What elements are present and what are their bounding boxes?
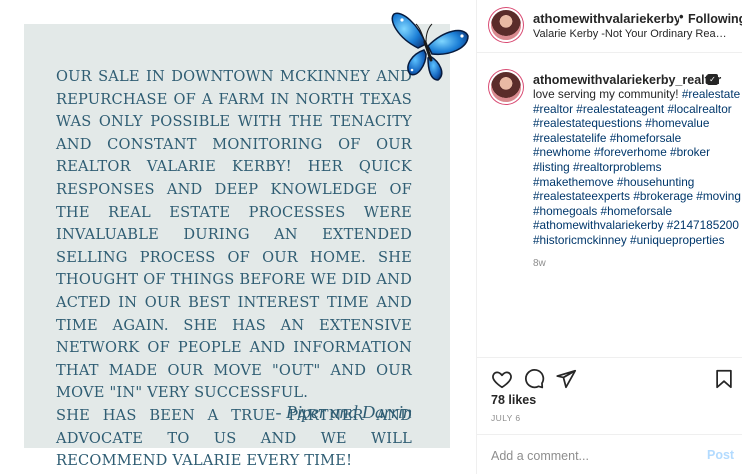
header-username[interactable]: athomewithvalariekerby_realtor: [533, 11, 679, 26]
caption-avatar[interactable]: [491, 72, 521, 102]
post-comment-button[interactable]: Post: [707, 448, 734, 462]
header-subtitle: Valarie Kerby -Not Your Ordinary Real Es…: [533, 28, 729, 40]
header-separator: •: [679, 9, 684, 24]
caption-time: 8w: [533, 258, 546, 269]
quote-paragraph: Our sale in downtown McKinney and repurc…: [56, 68, 412, 402]
post-header: athomewithvalariekerby_realtor • Followi…: [477, 0, 742, 53]
action-bar: [477, 357, 742, 398]
caption-username[interactable]: athomewithvalariekerby_realtor: [533, 73, 721, 87]
following-button[interactable]: Following: [688, 12, 742, 26]
heart-icon[interactable]: [491, 368, 513, 390]
bookmark-icon[interactable]: [713, 368, 735, 390]
likes-count[interactable]: 78 likes: [491, 393, 536, 407]
caption-hashtags[interactable]: #realestate #realtor #realestateagent #l…: [533, 87, 741, 247]
comment-icon[interactable]: [523, 368, 545, 390]
caption-lead: love serving my community!: [533, 87, 682, 101]
butterfly-icon: [391, 12, 469, 81]
badge-icon: ✓: [707, 74, 718, 85]
post-sidebar: athomewithvalariekerby_realtor • Followi…: [476, 0, 742, 474]
post-date: JULY 6: [491, 413, 521, 423]
avatar[interactable]: [491, 10, 521, 40]
comment-bar: Post: [477, 434, 742, 475]
testimonial-signature: - Piper and Darrin: [275, 402, 413, 422]
send-icon[interactable]: [555, 368, 577, 390]
caption-text: love serving my community! #realestate #…: [533, 87, 741, 248]
post-image[interactable]: Our sale in downtown McKinney and repurc…: [0, 0, 476, 474]
comment-input[interactable]: [489, 445, 693, 467]
